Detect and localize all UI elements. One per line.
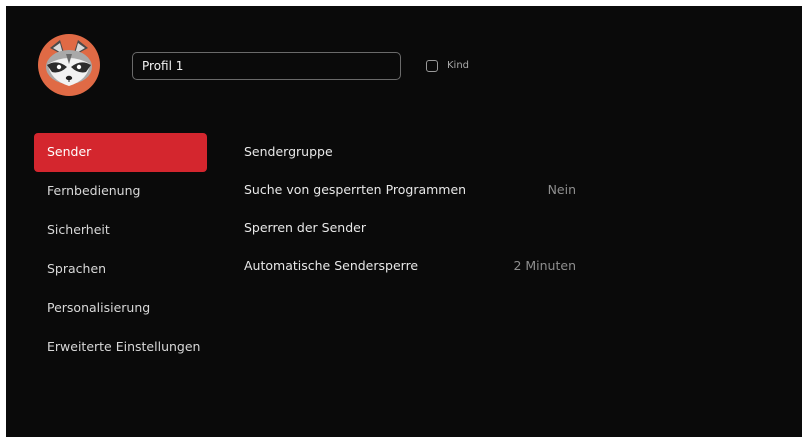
profile-avatar[interactable] (38, 34, 100, 96)
setting-sperren-der-sender[interactable]: Sperren der Sender (244, 209, 584, 247)
sidebar-item-sicherheit[interactable]: Sicherheit (34, 211, 207, 250)
kind-checkbox[interactable] (426, 60, 438, 72)
setting-suche-gesperrte-programme[interactable]: Suche von gesperrten Programmen Nein (244, 171, 584, 209)
setting-value: 2 Minuten (513, 258, 576, 273)
settings-sidebar: Sender Fernbedienung Sicherheit Sprachen… (34, 133, 207, 367)
raccoon-icon (46, 40, 92, 86)
sidebar-item-label: Personalisierung (47, 300, 151, 315)
tv-settings-screen: Profil 1 Kind Sender Fernbedienung Siche… (6, 6, 802, 437)
setting-label: Sendergruppe (244, 144, 333, 159)
profile-name-input[interactable]: Profil 1 (132, 52, 401, 80)
setting-label: Suche von gesperrten Programmen (244, 182, 467, 197)
sidebar-item-erweiterte-einstellungen[interactable]: Erweiterte Einstellungen (34, 328, 207, 367)
sidebar-item-label: Sprachen (47, 261, 107, 276)
settings-list: Sendergruppe Suche von gesperrten Progra… (244, 133, 584, 285)
sidebar-item-personalisierung[interactable]: Personalisierung (34, 289, 207, 328)
setting-sendergruppe[interactable]: Sendergruppe (244, 133, 584, 171)
setting-value: Nein (547, 182, 576, 197)
sidebar-item-label: Sender (47, 144, 92, 159)
setting-label: Sperren der Sender (244, 220, 366, 235)
kind-checkbox-label: Kind (447, 60, 470, 71)
setting-label: Automatische Sendersperre (244, 258, 419, 273)
sidebar-item-label: Erweiterte Einstellungen (47, 339, 201, 354)
sidebar-item-fernbedienung[interactable]: Fernbedienung (34, 172, 207, 211)
sidebar-item-sprachen[interactable]: Sprachen (34, 250, 207, 289)
sidebar-item-sender[interactable]: Sender (34, 133, 207, 172)
sidebar-item-label: Sicherheit (47, 222, 110, 237)
setting-automatische-sendersperre[interactable]: Automatische Sendersperre 2 Minuten (244, 247, 584, 285)
sidebar-item-label: Fernbedienung (47, 183, 141, 198)
